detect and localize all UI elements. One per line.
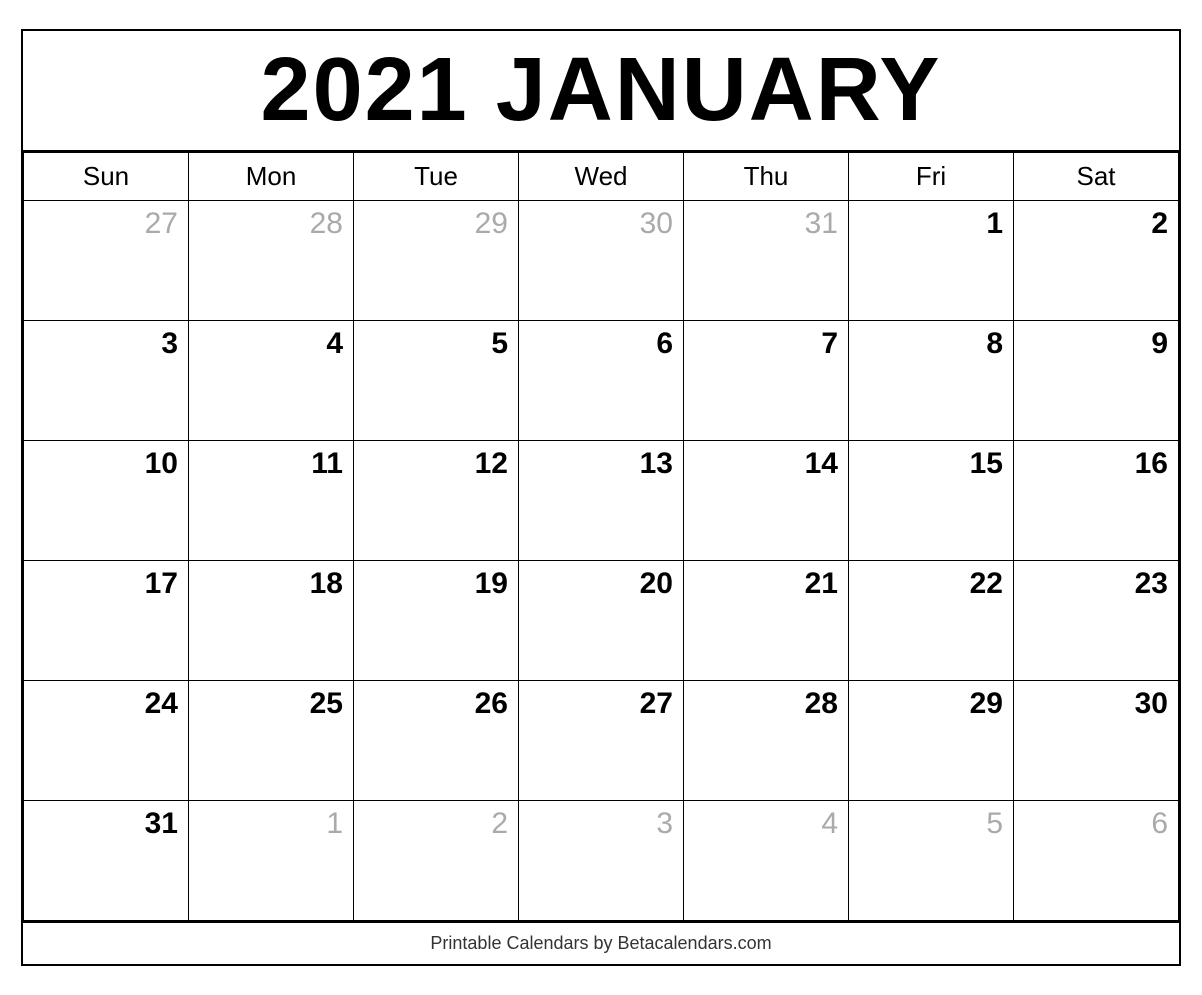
days-header-row: SunMonTueWedThuFriSat: [24, 153, 1179, 201]
calendar-week-1: 272829303112: [24, 201, 1179, 321]
calendar-day: 5: [849, 801, 1014, 921]
calendar-day: 13: [519, 441, 684, 561]
day-header-mon: Mon: [189, 153, 354, 201]
calendar-footer: Printable Calendars by Betacalendars.com: [23, 921, 1179, 964]
calendar-container: 2021 JANUARY SunMonTueWedThuFriSat 27282…: [21, 29, 1181, 966]
calendar-day: 8: [849, 321, 1014, 441]
day-header-fri: Fri: [849, 153, 1014, 201]
calendar-day: 21: [684, 561, 849, 681]
calendar-day: 6: [519, 321, 684, 441]
calendar-day: 4: [189, 321, 354, 441]
calendar-week-6: 31123456: [24, 801, 1179, 921]
day-header-tue: Tue: [354, 153, 519, 201]
calendar-day: 27: [24, 201, 189, 321]
calendar-day: 29: [849, 681, 1014, 801]
calendar-day: 28: [189, 201, 354, 321]
calendar-week-4: 17181920212223: [24, 561, 1179, 681]
calendar-day: 28: [684, 681, 849, 801]
calendar-day: 19: [354, 561, 519, 681]
calendar-day: 5: [354, 321, 519, 441]
calendar-day: 31: [24, 801, 189, 921]
calendar-day: 11: [189, 441, 354, 561]
calendar-day: 7: [684, 321, 849, 441]
day-header-sun: Sun: [24, 153, 189, 201]
calendar-grid: SunMonTueWedThuFriSat 272829303112345678…: [23, 152, 1179, 921]
calendar-day: 10: [24, 441, 189, 561]
day-header-wed: Wed: [519, 153, 684, 201]
calendar-day: 17: [24, 561, 189, 681]
calendar-day: 14: [684, 441, 849, 561]
calendar-week-3: 10111213141516: [24, 441, 1179, 561]
calendar-day: 1: [849, 201, 1014, 321]
calendar-day: 6: [1014, 801, 1179, 921]
calendar-day: 23: [1014, 561, 1179, 681]
calendar-day: 27: [519, 681, 684, 801]
calendar-day: 30: [1014, 681, 1179, 801]
calendar-week-2: 3456789: [24, 321, 1179, 441]
calendar-day: 22: [849, 561, 1014, 681]
day-header-sat: Sat: [1014, 153, 1179, 201]
calendar-day: 4: [684, 801, 849, 921]
calendar-day: 12: [354, 441, 519, 561]
calendar-day: 30: [519, 201, 684, 321]
calendar-day: 2: [1014, 201, 1179, 321]
calendar-day: 3: [519, 801, 684, 921]
day-header-thu: Thu: [684, 153, 849, 201]
calendar-day: 1: [189, 801, 354, 921]
calendar-day: 29: [354, 201, 519, 321]
calendar-day: 9: [1014, 321, 1179, 441]
calendar-day: 18: [189, 561, 354, 681]
calendar-day: 26: [354, 681, 519, 801]
calendar-week-5: 24252627282930: [24, 681, 1179, 801]
calendar-day: 15: [849, 441, 1014, 561]
calendar-day: 31: [684, 201, 849, 321]
calendar-day: 20: [519, 561, 684, 681]
calendar-day: 2: [354, 801, 519, 921]
calendar-day: 16: [1014, 441, 1179, 561]
calendar-title: 2021 JANUARY: [23, 31, 1179, 152]
calendar-day: 24: [24, 681, 189, 801]
calendar-day: 25: [189, 681, 354, 801]
calendar-day: 3: [24, 321, 189, 441]
